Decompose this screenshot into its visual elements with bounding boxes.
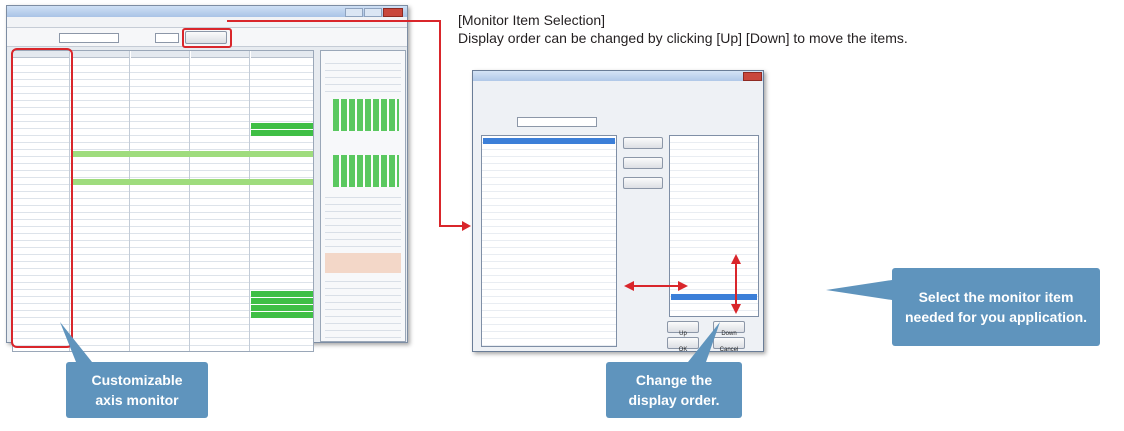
item-selection-connector — [227, 20, 462, 227]
arrowhead-down — [731, 304, 741, 314]
callout-pointer — [688, 322, 720, 362]
connector-arrowhead — [462, 221, 471, 231]
callout-display-order: Change the display order. — [606, 362, 742, 418]
callout-pointer — [60, 322, 92, 362]
callout-axis-monitor: Customizable axis monitor — [66, 362, 208, 418]
arrowhead-left — [624, 281, 634, 291]
callout-select-monitor-item: Select the monitor item needed for you a… — [892, 268, 1100, 346]
arrowhead-up — [731, 254, 741, 264]
arrowhead-right — [678, 281, 688, 291]
callout-pointer — [826, 280, 892, 300]
